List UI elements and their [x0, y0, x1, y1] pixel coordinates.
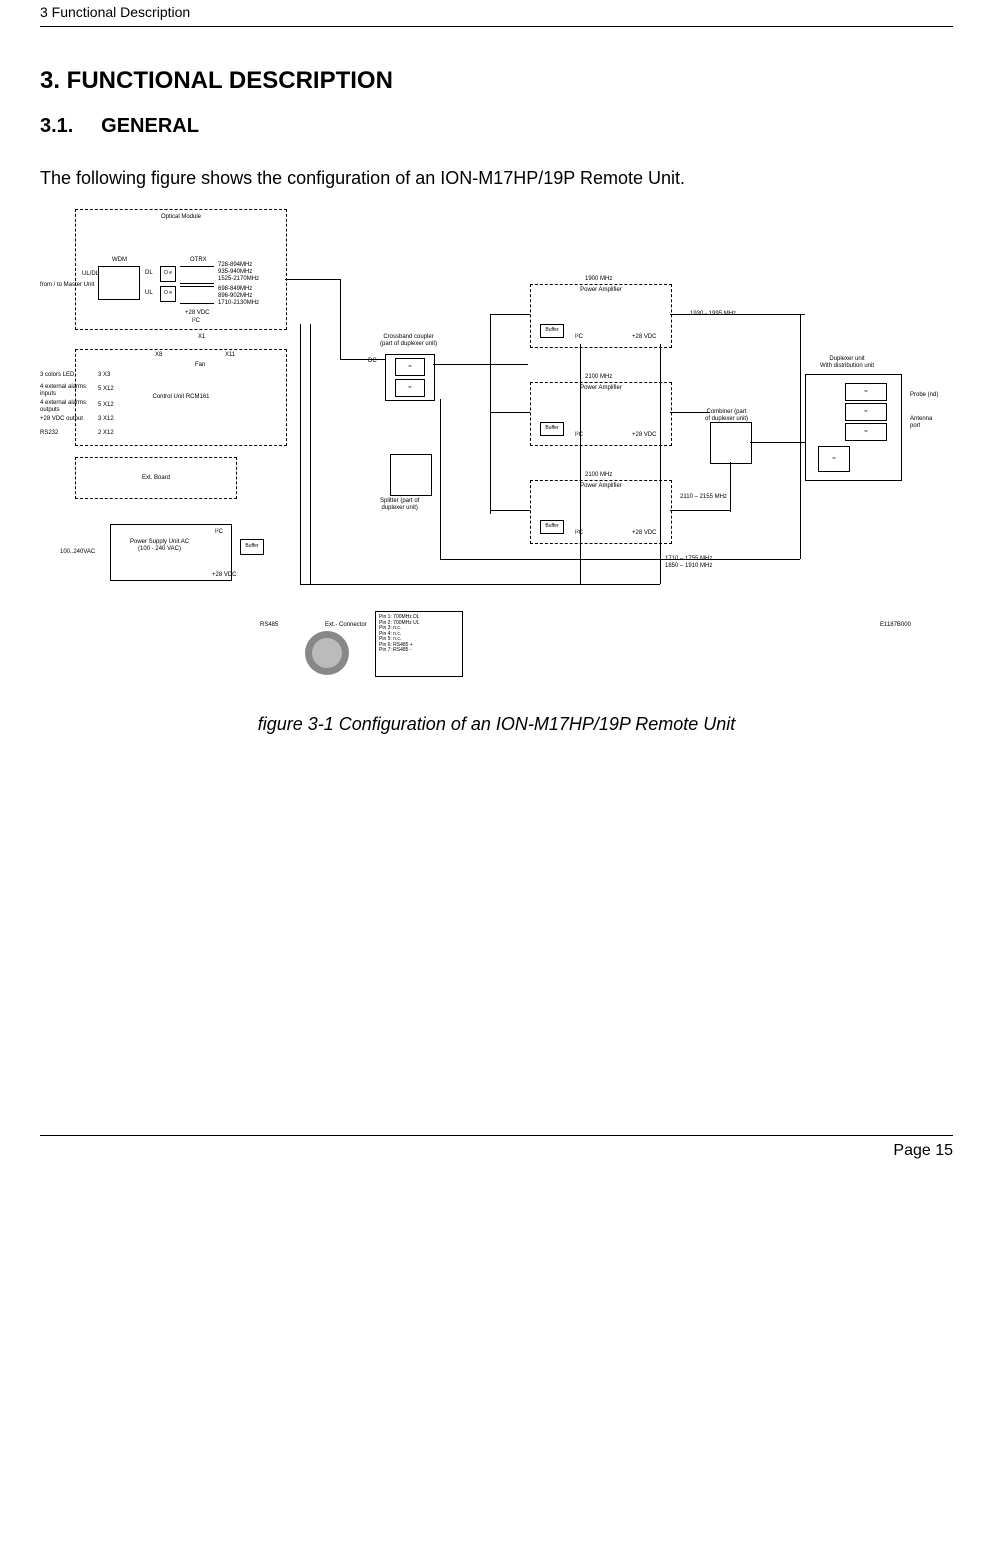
psu-in: 100..240VAC	[60, 549, 95, 556]
psu-buffer: Buffer	[240, 539, 264, 555]
wdm-label: WDM	[112, 257, 127, 264]
oe-ul: O e	[160, 286, 176, 302]
pa2100a-band: 2100 MHz	[585, 374, 612, 381]
pa1900-buf: Buffer	[540, 324, 564, 338]
doc-id: E1187B000	[880, 622, 911, 629]
duplexer-dist: ≈	[818, 446, 850, 472]
pa1900-band: 1900 MHz	[585, 276, 612, 283]
freq-1: 935-940MHz	[218, 269, 252, 276]
freq-3: 698-849MHz	[218, 286, 252, 293]
ctl-row2-r: 5 X12	[98, 402, 114, 409]
oe-dl: O e	[160, 266, 176, 282]
dl-splitter	[180, 266, 214, 284]
freq-0: 728-894MHz	[218, 262, 252, 269]
pa2100b-buf: Buffer	[540, 520, 564, 534]
freq-4: 896-902MHz	[218, 293, 252, 300]
intro-text: The following figure shows the configura…	[40, 168, 953, 189]
splitter-label: Splitter (part of duplexer unit)	[380, 498, 419, 511]
pa2100a-i2c: I²C	[575, 432, 583, 439]
pa2100b-i2c: I²C	[575, 530, 583, 537]
probe-label: Probe (nd)	[910, 392, 938, 399]
combiner	[710, 422, 752, 464]
duplexer-filters: ≈ ≈ ≈	[843, 382, 889, 442]
x8-label: X8	[155, 352, 162, 359]
section-title: 3.1. GENERAL	[40, 115, 953, 138]
ctl-row3-l: +28 VDC output	[40, 416, 83, 423]
rs485-label: RS485	[260, 622, 278, 629]
ul-combiner	[180, 286, 214, 304]
dl-label: DL	[145, 270, 153, 277]
crossband-f2: ≈	[395, 379, 425, 397]
ctl-row2-l: 4 external alarms outputs	[40, 400, 86, 413]
pa2100b-vdc: +28 VDC	[632, 530, 657, 537]
ext-conn-pins: Pin 1: 700MHz DL Pin 2: 700MHz UL Pin 3:…	[375, 611, 463, 677]
ctl-row4-r: 2 X12	[98, 430, 114, 437]
pa1900-vdc: +28 VDC	[632, 334, 657, 341]
wdm-block	[98, 266, 140, 300]
opt-i2c: I²C	[192, 318, 200, 325]
duplexer-label: Duplexer unit With distribution unit	[820, 356, 874, 369]
pa2100b-title: Power Amplifier	[580, 483, 622, 490]
psu-vdc: +28 VDC	[212, 572, 237, 579]
freq-5: 1710-2130MHz	[218, 300, 259, 307]
crossband-label: Crossband coupler (part of duplexer unit…	[380, 334, 437, 347]
opt-vdc: +28 VDC	[185, 310, 210, 317]
pa2100b-band: 2100 MHz	[585, 472, 612, 479]
freq-1710: 1710 – 1755 MHz 1850 – 1910 MHz	[665, 556, 712, 569]
control-unit-title: Control Unit RCM161	[152, 394, 209, 401]
pa2100a-title: Power Amplifier	[580, 385, 622, 392]
psu-i2c: I²C	[215, 529, 223, 536]
psu-title: Power Supply Unit AC (100 - 240 VAC)	[130, 539, 189, 552]
ctl-row3-r: 3 X12	[98, 416, 114, 423]
ext-board: Ext. Board	[75, 457, 237, 499]
chapter-title: 3. FUNCTIONAL DESCRIPTION	[40, 67, 953, 95]
connector-icon	[305, 631, 349, 675]
optical-module-title: Optical Module	[161, 214, 201, 221]
pa1900-i2c: I²C	[575, 334, 583, 341]
ctl-row4-l: RS232	[40, 430, 58, 437]
combiner-label: Combiner (part of duplexer unit)	[705, 409, 748, 422]
master-link-label: from / to Master Unit	[40, 282, 94, 289]
x1-label: X1	[198, 334, 205, 341]
figure-caption: figure 3-1 Configuration of an ION-M17HP…	[40, 714, 953, 735]
ctl-row0-r: 3 X3	[98, 372, 110, 379]
pa2100a-vdc: +28 VDC	[632, 432, 657, 439]
ctl-row0-l: 3 colors LED	[40, 372, 74, 379]
fan-label: Fan	[195, 362, 205, 369]
x11-label: X11	[225, 352, 235, 359]
ul-label: UL	[145, 290, 153, 297]
freq-2110: 2110 – 2155 MHz	[680, 494, 727, 501]
freq-2: 1525-2170MHz	[218, 276, 259, 283]
otrx-label: OTRX	[190, 257, 207, 264]
section-number: 3.1.	[40, 115, 73, 137]
page-header: 3 Functional Description	[40, 0, 953, 27]
ctl-row1-l: 4 external alarms inputs	[40, 384, 86, 397]
block-diagram: Optical Module from / to Master Unit WDM…	[40, 204, 950, 704]
ctl-row1-r: 5 X12	[98, 386, 114, 393]
crossband-f1: ≈	[395, 358, 425, 376]
uldl-label: UL/DL	[82, 271, 99, 278]
splitter	[390, 454, 432, 496]
page-footer: Page 15	[40, 1135, 953, 1190]
pa1900-title: Power Amplifier	[580, 287, 622, 294]
section-name: GENERAL	[101, 115, 199, 137]
ext-conn-label: Ext.- Connector	[325, 622, 367, 629]
antenna-label: Antenna port	[910, 416, 932, 429]
pa2100a-buf: Buffer	[540, 422, 564, 436]
